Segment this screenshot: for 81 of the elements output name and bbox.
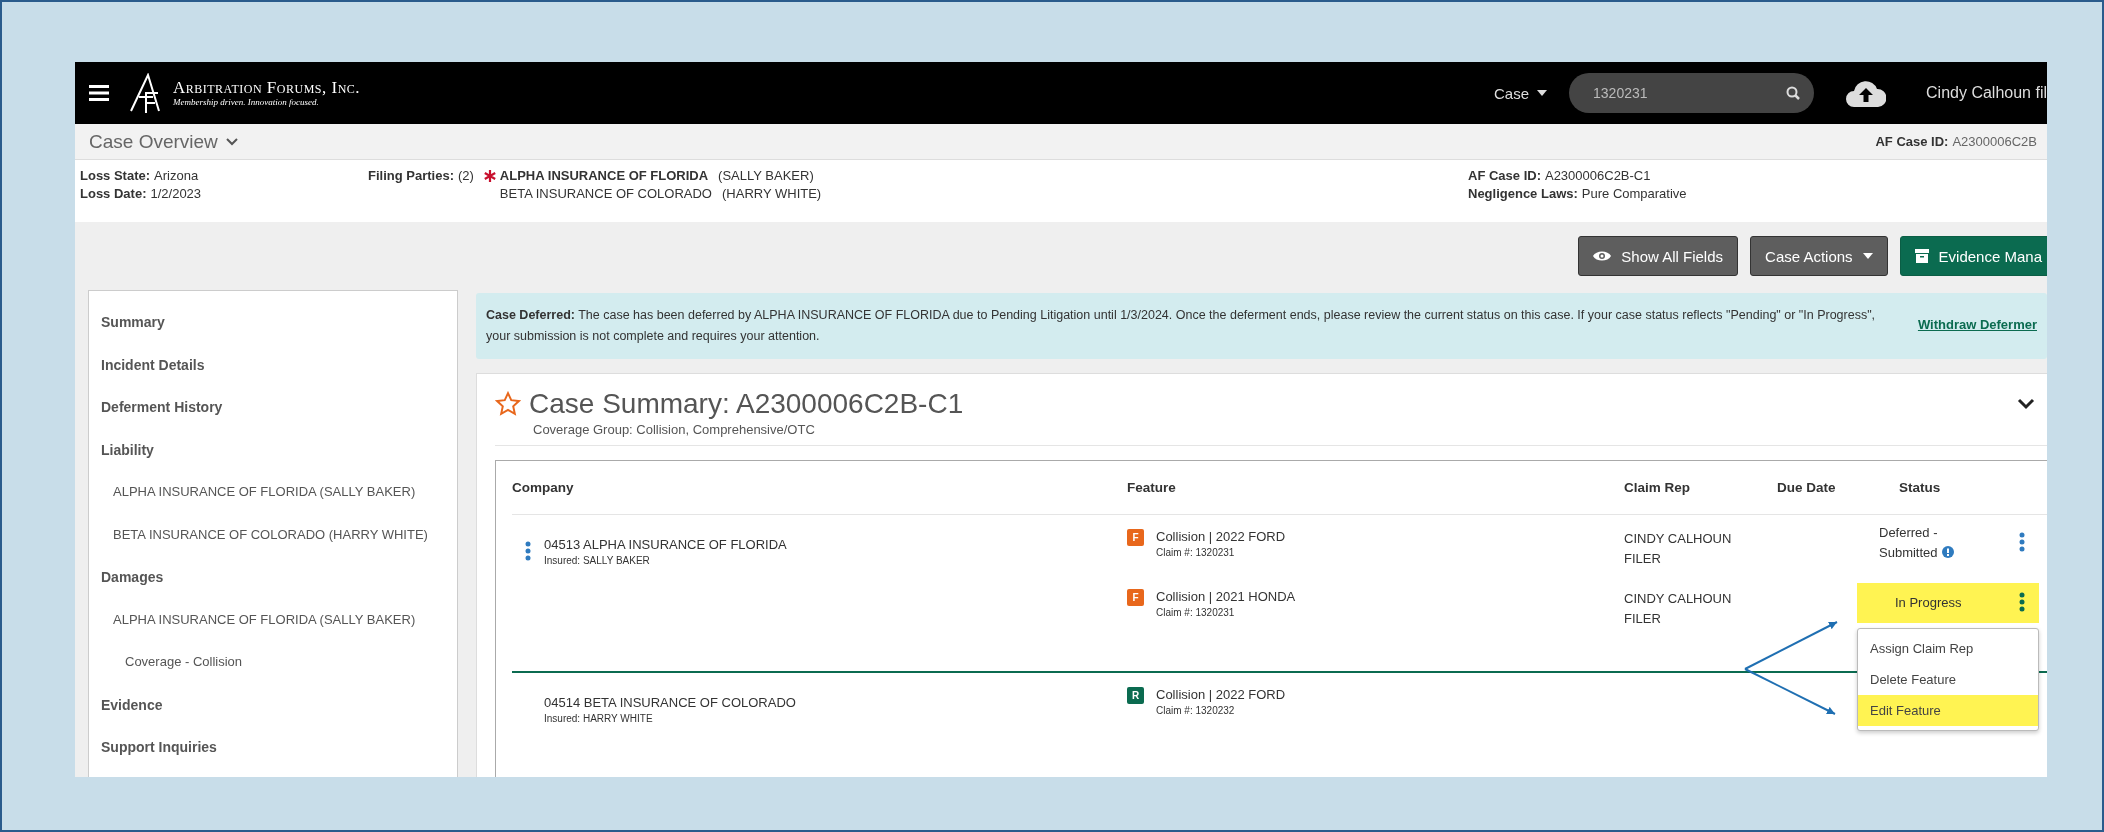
search-field[interactable]: 1320231 [1569, 73, 1815, 113]
action-button[interactable]: Show All Fields [1578, 236, 1739, 276]
feature-name: Collision | 2021 HONDA [1156, 589, 1296, 604]
claim-rep: CINDY CALHOUN FILER [1624, 530, 1733, 568]
brand-name: Arbitration Forums, Inc. [173, 79, 361, 97]
alert-message: Case Deferred: The case has been deferred by ALPHA INSURANCE OF FLORIDA due to Pending Litigation until 1/3/2024. Once the deferment ends, please review the current status on this case. If your case status reflects "Pending" or "In Progress", your submission is not complete and requires your attention. [486, 307, 1877, 345]
party-name: ALPHA INSURANCE OF FLORIDA [499, 168, 709, 183]
sidebar-item[interactable]: Support Inquiries [89, 726, 457, 769]
status-text: Deferred - Submitted [1879, 523, 1979, 563]
party-person: (SALLY BAKER) [718, 168, 814, 183]
sidebar-item[interactable]: Summary [89, 301, 457, 344]
case-summary-title: Case Summary: A2300006C2B-C1 [529, 388, 964, 420]
field-label: Loss State: [80, 168, 151, 183]
party-name: BETA INSURANCE OF COLORADO [499, 186, 712, 201]
field-label: AF Case ID: [1468, 168, 1541, 183]
asterisk-icon [483, 169, 496, 182]
case-overview-dropdown[interactable]: Case Overview [83, 129, 244, 154]
info-icon[interactable] [1941, 546, 1954, 558]
archive-icon [1914, 249, 1929, 263]
action-button[interactable]: Case Actions [1750, 236, 1888, 276]
more-options-icon [525, 541, 531, 561]
menu-item[interactable]: Delete Feature [1858, 664, 2038, 695]
claim-number: Claim #: 1320231 [1156, 607, 1236, 618]
action-button[interactable]: Evidence Mana [1899, 236, 2047, 276]
field-label: Loss Date: [80, 186, 147, 201]
field-value: 1/2/2023 [150, 186, 202, 201]
menu-icon[interactable] [89, 85, 109, 101]
cloud-upload-icon[interactable] [1846, 79, 1887, 107]
case-id: A2300006C2B [1952, 134, 2037, 149]
sidebar-item[interactable]: BETA INSURANCE OF COLORADO (HARRY WHITE) [89, 513, 457, 556]
feature-name: Collision | 2022 FORD [1156, 529, 1286, 544]
sidebar-item[interactable]: ALPHA INSURANCE OF FLORIDA (SALLY BAKER) [89, 598, 457, 641]
tagline: Membership driven. Innovation focused. [173, 97, 320, 107]
coverage-group: Coverage Group: Collision, Comprehensive/OTC [495, 420, 2047, 446]
menu-item[interactable]: Assign Claim Rep [1858, 633, 2038, 664]
field-value: Arizona [154, 168, 199, 183]
chevron-down-icon [225, 137, 238, 146]
feature-badge: F [1127, 589, 1144, 606]
user-name[interactable]: Cindy Calhoun fil [1926, 84, 2047, 102]
insured-name: Insured: HARRY WHITE [544, 713, 654, 724]
chevron-icon[interactable] [2017, 398, 2035, 410]
sidebar-item[interactable]: Incident Details [89, 343, 457, 386]
feature-badge: F [1127, 529, 1144, 546]
field-label: Filing Parties: [368, 168, 454, 183]
search-scope-dropdown[interactable]: Case [1488, 83, 1554, 103]
claim-number: Claim #: 1320231 [1156, 547, 1236, 558]
field-value: Pure Comparative [1581, 186, 1687, 201]
more-options-icon [2019, 532, 2025, 552]
sidebar-item[interactable]: Liability [89, 428, 457, 471]
field-label: Negligence Laws: [1468, 186, 1578, 201]
sidebar-item[interactable]: Coverage - Collision [89, 641, 457, 684]
company-name: 04514 BETA INSURANCE OF COLORADO [544, 695, 796, 710]
sidebar-item[interactable]: Evidence [89, 683, 457, 726]
caret-icon [1862, 253, 1873, 259]
field-value: A2300006C2B-C1 [1544, 168, 1651, 183]
feature-name: Collision | 2022 FORD [1156, 687, 1286, 702]
more-options-icon [2019, 592, 2025, 612]
star-icon[interactable] [495, 391, 521, 417]
field-value: (2) [457, 168, 474, 183]
search-icon [1786, 86, 1801, 100]
insured-name: Insured: SALLY BAKER [544, 555, 651, 566]
eye-icon [1593, 250, 1612, 262]
sidebar-item[interactable]: ALPHA INSURANCE OF FLORIDA (SALLY BAKER) [89, 471, 457, 514]
search-input[interactable]: 1320231 [1591, 84, 1787, 102]
claim-number: Claim #: 1320232 [1156, 705, 1236, 716]
column-header: Status [1899, 480, 1942, 495]
column-header: Due Date [1777, 480, 1837, 495]
party-person: (HARRY WHITE) [722, 186, 822, 201]
status-text: In Progress [1894, 594, 1963, 612]
column-header: Company [512, 480, 575, 495]
withdraw-link[interactable]: Withdraw Defermer [1917, 317, 2037, 332]
column-header: Feature [1127, 480, 1177, 495]
sidebar-item[interactable]: Damages [89, 556, 457, 599]
caret-icon [1537, 90, 1548, 96]
company-name: 04513 ALPHA INSURANCE OF FLORIDA [544, 537, 787, 552]
column-header: Claim Rep [1624, 480, 1692, 495]
feature-badge: R [1127, 687, 1144, 704]
sidebar-item[interactable]: Deferment History [89, 386, 457, 429]
menu-item[interactable]: Edit Feature [1858, 695, 2038, 726]
claim-rep: CINDY CALHOUN FILER [1624, 590, 1733, 628]
case-id-label: AF Case ID: [1875, 134, 1949, 149]
